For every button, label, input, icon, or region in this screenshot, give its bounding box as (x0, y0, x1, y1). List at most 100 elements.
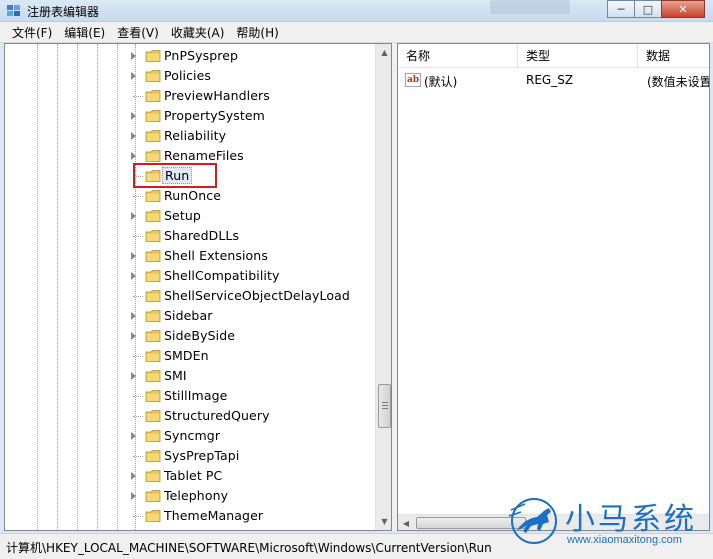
tree-node[interactable]: PropertySystem (5, 106, 375, 126)
folder-icon (145, 349, 162, 363)
tree-connector-line (133, 96, 143, 97)
folder-icon (145, 49, 162, 63)
tree-node-label: ThemeManager (164, 508, 264, 523)
expand-arrow-icon[interactable] (131, 312, 136, 320)
tree-node[interactable]: StillImage (5, 386, 375, 406)
expand-arrow-icon[interactable] (131, 332, 136, 340)
menu-file[interactable]: 文件(F) (6, 24, 58, 41)
tree-node[interactable]: Reliability (5, 126, 375, 146)
expand-arrow-icon[interactable] (131, 492, 136, 500)
tree-connector-line (133, 456, 143, 457)
tree-node-label: SysPrepTapi (164, 448, 240, 463)
expand-arrow-icon[interactable] (131, 112, 136, 120)
tree-node-label: StillImage (164, 388, 228, 403)
tree-node[interactable]: Policies (5, 66, 375, 86)
tree-node-label: RenameFiles (164, 148, 244, 163)
expand-arrow-icon[interactable] (131, 252, 136, 260)
tree-node-label: SMI (164, 368, 187, 383)
tree-connector-line (133, 516, 143, 517)
expand-arrow-icon[interactable] (131, 152, 136, 160)
folder-icon (145, 289, 162, 303)
tree-node[interactable]: PnPSysprep (5, 46, 375, 66)
tree-node[interactable]: ShellCompatibility (5, 266, 375, 286)
background-window-ghost (490, 0, 570, 14)
folder-icon (145, 429, 162, 443)
tree-node-label: Setup (164, 208, 201, 223)
tree-vertical-scrollbar[interactable]: ▲ ▼ (375, 44, 391, 530)
folder-icon (145, 409, 162, 423)
column-name-header[interactable]: 名称 (398, 44, 518, 68)
tree-node[interactable]: Setup (5, 206, 375, 226)
tree-node[interactable]: StructuredQuery (5, 406, 375, 426)
menu-edit[interactable]: 编辑(E) (58, 24, 111, 41)
tree-node[interactable]: Syncmgr (5, 426, 375, 446)
list-item[interactable]: ab (默认) REG_SZ (数值未设置 (398, 70, 710, 90)
watermark-url: www.xiaomaxitong.com (567, 534, 682, 546)
folder-icon (145, 249, 162, 263)
tree-node-label: StructuredQuery (164, 408, 270, 423)
list-header: 名称 类型 数据 (398, 44, 709, 68)
expand-arrow-icon[interactable] (131, 52, 136, 60)
watermark-title: 小马系统 (565, 502, 697, 537)
value-list-pane[interactable]: 名称 类型 数据 ab (默认) REG_SZ (数值未设置 ◀ (397, 43, 710, 531)
value-name: (默认) (424, 75, 458, 89)
highlight-annotation-box (133, 163, 217, 188)
tree-node-label: Sidebar (164, 308, 213, 323)
close-button[interactable]: ✕ (661, 0, 705, 18)
tree-node[interactable]: SysPrepTapi (5, 446, 375, 466)
string-value-icon: ab (405, 73, 421, 87)
tree-node[interactable]: SMI (5, 366, 375, 386)
tree-node[interactable]: Telephony (5, 486, 375, 506)
tree-node-label: Syncmgr (164, 428, 221, 443)
title-bar: 注册表编辑器 ─ □ ✕ (0, 0, 713, 22)
scroll-up-arrow-icon[interactable]: ▲ (376, 44, 391, 61)
tree-node[interactable]: SharedDLLs (5, 226, 375, 246)
tree-node-label: Shell Extensions (164, 248, 268, 263)
menu-view[interactable]: 查看(V) (111, 24, 165, 41)
watermark-logo: 小马系统 www.xiaomaxitong.com (505, 490, 710, 552)
column-data-header[interactable]: 数据 (638, 44, 709, 68)
expand-arrow-icon[interactable] (131, 212, 136, 220)
tree-node[interactable]: SideBySide (5, 326, 375, 346)
expand-arrow-icon[interactable] (131, 472, 136, 480)
tree-node[interactable]: PreviewHandlers (5, 86, 375, 106)
expand-arrow-icon[interactable] (131, 72, 136, 80)
grip-icon (382, 402, 388, 410)
tree-node-label: Policies (164, 68, 212, 83)
folder-icon (145, 489, 162, 503)
key-tree-pane[interactable]: PnPSysprep Policies PreviewHandlers Propert… (4, 43, 392, 531)
tree-node[interactable]: SMDEn (5, 346, 375, 366)
scroll-left-arrow-icon[interactable]: ◀ (398, 515, 414, 530)
scroll-thumb[interactable] (378, 384, 391, 428)
scroll-down-arrow-icon[interactable]: ▼ (376, 513, 391, 530)
tree-node[interactable]: Sidebar (5, 306, 375, 326)
folder-icon (145, 369, 162, 383)
value-data: (数值未设置 (647, 75, 710, 89)
minimize-button[interactable]: ─ (607, 0, 635, 18)
folder-icon (145, 389, 162, 403)
maximize-button[interactable]: □ (634, 0, 662, 18)
tree-connector-line (133, 236, 143, 237)
column-type-header[interactable]: 类型 (518, 44, 638, 68)
tree-node-label: SMDEn (164, 348, 209, 363)
tree-connector-line (133, 356, 143, 357)
expand-arrow-icon[interactable] (131, 372, 136, 380)
tree-node-label: Reliability (164, 128, 227, 143)
tree-node[interactable]: Shell Extensions (5, 246, 375, 266)
expand-arrow-icon[interactable] (131, 272, 136, 280)
tree-node[interactable]: RunOnce (5, 186, 375, 206)
tree-node[interactable]: ShellServiceObjectDelayLoad (5, 286, 375, 306)
menu-help[interactable]: 帮助(H) (230, 24, 284, 41)
tree-node-label: PnPSysprep (164, 48, 239, 63)
tree-node[interactable]: ThemeManager (5, 506, 375, 526)
expand-arrow-icon[interactable] (131, 132, 136, 140)
folder-icon (145, 309, 162, 323)
horse-logo-icon (508, 498, 557, 544)
tree-node[interactable]: Tablet PC (5, 466, 375, 486)
folder-icon (145, 149, 162, 163)
tree-node-label: Tablet PC (164, 468, 223, 483)
menu-bar: 文件(F) 编辑(E) 查看(V) 收藏夹(A) 帮助(H) (0, 22, 713, 43)
menu-favorites[interactable]: 收藏夹(A) (165, 24, 231, 41)
expand-arrow-icon[interactable] (131, 432, 136, 440)
tree-connector-line (133, 296, 143, 297)
